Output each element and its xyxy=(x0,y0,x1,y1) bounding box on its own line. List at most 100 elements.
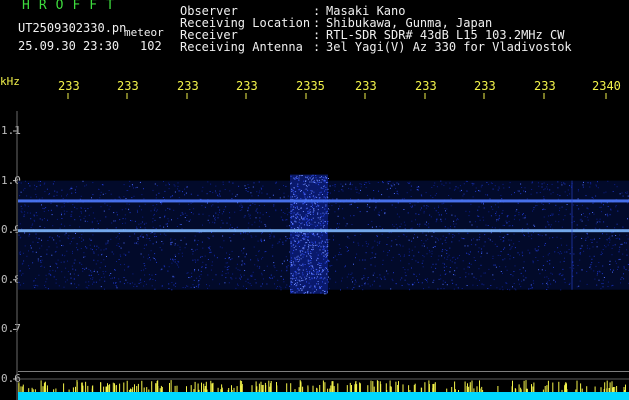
burst-speckle xyxy=(291,265,293,267)
burst-speckle xyxy=(321,215,323,217)
burst-speckle xyxy=(302,250,304,252)
burst-speckle xyxy=(301,290,303,291)
burst-speckle xyxy=(310,272,312,274)
burst-speckle xyxy=(312,177,314,179)
bottom-noise-spike xyxy=(386,390,388,392)
burst-speckle xyxy=(315,203,316,205)
bottom-noise-spike xyxy=(43,383,45,392)
bottom-noise-spike xyxy=(376,380,378,392)
y-axis-unit-label: kHz xyxy=(0,75,20,88)
burst-speckle xyxy=(317,212,319,214)
burst-speckle xyxy=(323,247,325,249)
burst-speckle xyxy=(302,253,304,255)
burst-speckle xyxy=(326,279,328,281)
burst-speckle xyxy=(294,178,296,180)
burst-speckle xyxy=(321,234,323,236)
burst-speckle xyxy=(327,291,328,293)
bottom-noise-spike xyxy=(106,386,108,392)
burst-speckle xyxy=(313,232,315,234)
burst-speckle xyxy=(293,212,295,214)
bottom-noise-spike xyxy=(211,383,213,392)
burst-speckle xyxy=(310,262,312,264)
burst-speckle xyxy=(309,286,311,288)
burst-speckle xyxy=(296,234,298,236)
burst-speckle xyxy=(300,175,302,177)
burst-speckle xyxy=(295,279,296,281)
burst-speckle xyxy=(296,197,298,199)
bottom-noise-spike xyxy=(398,381,399,392)
burst-speckle xyxy=(302,263,304,265)
burst-speckle xyxy=(311,241,313,243)
burst-speckle xyxy=(297,273,299,275)
burst-speckle xyxy=(326,239,328,241)
burst-speckle xyxy=(302,238,304,239)
bottom-noise-spike xyxy=(159,388,161,392)
burst-speckle xyxy=(298,242,299,243)
bottom-noise-spike xyxy=(72,387,74,392)
burst-speckle xyxy=(317,184,319,186)
bottom-noise-spike xyxy=(523,380,525,392)
burst-speckle xyxy=(320,267,322,269)
burst-speckle xyxy=(299,280,301,282)
burst-speckle xyxy=(313,234,315,236)
burst-speckle xyxy=(315,182,317,184)
burst-speckle xyxy=(312,204,313,206)
bottom-noise-spike xyxy=(290,383,292,392)
spectrogram-svg xyxy=(13,93,629,400)
burst-speckle xyxy=(303,254,305,256)
burst-speckle xyxy=(290,182,292,184)
bottom-noise-spike xyxy=(132,387,134,392)
bottom-noise-spike xyxy=(176,385,178,392)
burst-speckle xyxy=(324,254,326,256)
burst-speckle xyxy=(300,198,302,200)
bottom-noise-spike xyxy=(212,382,214,392)
burst-speckle xyxy=(290,240,292,242)
bottom-noise-spike xyxy=(331,381,333,392)
burst-speckle xyxy=(317,213,319,215)
burst-speckle xyxy=(304,192,306,194)
burst-speckle xyxy=(324,241,326,243)
burst-speckle xyxy=(306,272,308,274)
bottom-noise-spike xyxy=(373,386,375,392)
bottom-noise-spike xyxy=(580,383,582,392)
bottom-noise-spike xyxy=(433,383,435,392)
burst-speckle xyxy=(327,182,329,183)
burst-speckle xyxy=(305,278,307,280)
bottom-noise-spike xyxy=(85,381,87,392)
bottom-noise-spike xyxy=(547,380,549,392)
burst-speckle xyxy=(293,249,295,251)
burst-speckle xyxy=(327,210,329,212)
burst-speckle xyxy=(290,196,292,198)
burst-speckle xyxy=(292,278,294,280)
bottom-noise-spike xyxy=(606,380,608,392)
burst-speckle xyxy=(303,180,305,182)
bottom-noise-spike xyxy=(454,381,456,392)
bottom-noise-spike xyxy=(137,383,139,392)
burst-speckle xyxy=(301,222,303,224)
burst-speckle xyxy=(324,250,326,251)
burst-speckle xyxy=(320,213,322,215)
burst-speckle xyxy=(317,224,318,226)
bottom-noise-spike xyxy=(240,385,242,392)
burst-speckle xyxy=(305,188,307,190)
burst-speckle xyxy=(308,247,310,249)
burst-speckle xyxy=(293,278,295,279)
burst-speckle xyxy=(312,265,313,267)
burst-speckle xyxy=(305,208,307,210)
burst-speckle xyxy=(290,204,292,206)
bottom-noise-spike xyxy=(286,383,288,392)
burst-speckle xyxy=(327,252,329,254)
burst-speckle xyxy=(303,292,305,294)
burst-speckle xyxy=(324,181,326,183)
burst-speckle xyxy=(307,250,309,252)
burst-speckle xyxy=(307,273,308,275)
burst-speckle xyxy=(301,175,303,176)
burst-speckle xyxy=(318,197,320,199)
carrier-line xyxy=(18,199,629,203)
burst-speckle xyxy=(298,179,299,181)
burst-speckle xyxy=(327,244,329,245)
bottom-noise-spike xyxy=(169,383,170,392)
burst-speckle xyxy=(314,291,316,293)
bottom-noise-spike xyxy=(128,389,130,392)
burst-speckle xyxy=(291,190,293,192)
